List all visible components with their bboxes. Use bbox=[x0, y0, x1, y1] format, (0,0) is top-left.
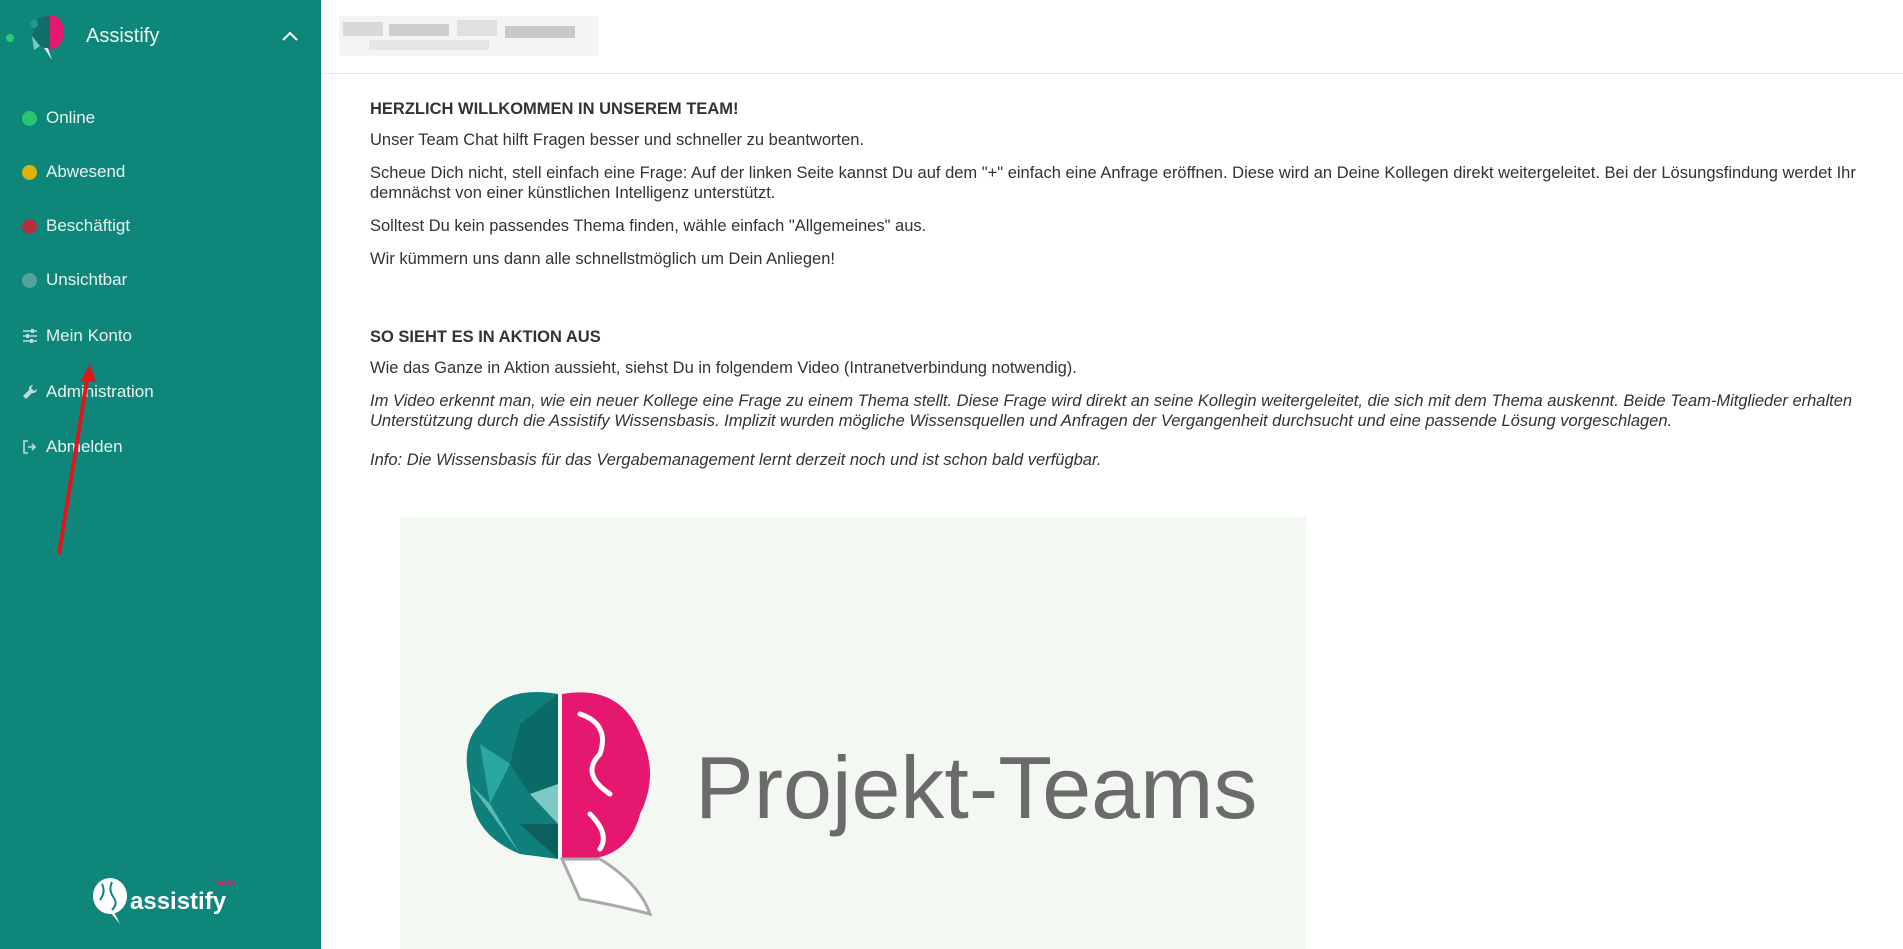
status-online[interactable]: Online bbox=[22, 105, 95, 131]
action-paragraph-1: Wie das Ganze in Aktion aussieht, siehst… bbox=[370, 359, 1077, 377]
status-busy[interactable]: Beschäftigt bbox=[22, 213, 130, 239]
welcome-content: HERZLICH WILLKOMMEN IN UNSEREM TEAM! Uns… bbox=[370, 100, 1890, 483]
brand-name: Assistify bbox=[86, 25, 160, 47]
welcome-paragraph-4: Wir kümmern uns dann alle schnellstmögli… bbox=[370, 250, 835, 268]
chevron-up-icon[interactable] bbox=[280, 27, 300, 47]
footer-brand-text: assistify bbox=[130, 888, 227, 915]
brain-logo-icon bbox=[93, 878, 127, 924]
sidebar-header[interactable]: Assistify bbox=[0, 0, 321, 74]
video-player[interactable]: Projekt-Teams bbox=[400, 517, 1306, 949]
sign-out-icon bbox=[23, 440, 37, 454]
blurred-room-title bbox=[339, 16, 599, 56]
menu-my-account[interactable]: Mein Konto bbox=[22, 323, 132, 349]
sliders-icon bbox=[23, 329, 37, 343]
invisible-dot-icon bbox=[22, 272, 37, 288]
brain-logo-large-icon bbox=[466, 692, 653, 917]
online-dot-icon bbox=[22, 110, 37, 126]
assistify-logo-icon bbox=[30, 15, 64, 60]
welcome-paragraph-3: Solltest Du kein passendes Thema finden,… bbox=[370, 217, 927, 235]
welcome-paragraph-1: Unser Team Chat hilft Fragen besser und … bbox=[370, 131, 865, 149]
status-invisible[interactable]: Unsichtbar bbox=[22, 267, 127, 293]
action-heading: SO SIEHT ES IN AKTION AUS bbox=[370, 328, 601, 346]
user-status-dot bbox=[6, 34, 14, 42]
status-online-label: Online bbox=[46, 108, 96, 127]
welcome-heading: HERZLICH WILLKOMMEN IN UNSEREM TEAM! bbox=[370, 100, 739, 118]
info-paragraph: Info: Die Wissensbasis für das Vergabema… bbox=[370, 451, 1102, 469]
video-title: Projekt-Teams bbox=[695, 738, 1258, 837]
status-busy-label: Beschäftigt bbox=[46, 216, 131, 235]
action-paragraph-2: Im Video erkennt man, wie ein neuer Koll… bbox=[370, 392, 1853, 430]
busy-dot-icon bbox=[22, 218, 37, 234]
wrench-icon bbox=[23, 384, 38, 399]
sidebar: Assistify Online Abwesend Beschäftigt Un… bbox=[0, 0, 321, 949]
header bbox=[321, 0, 1903, 74]
status-away-label: Abwesend bbox=[46, 162, 126, 181]
red-annotation-arrow bbox=[57, 364, 96, 555]
menu-my-account-label: Mein Konto bbox=[46, 326, 132, 345]
status-away[interactable]: Abwesend bbox=[22, 159, 125, 185]
welcome-paragraph-2: Scheue Dich nicht, stell einfach eine Fr… bbox=[370, 164, 1856, 202]
beta-badge: beta bbox=[216, 878, 236, 889]
footer-logo: assistify beta bbox=[90, 874, 240, 928]
away-dot-icon bbox=[22, 164, 37, 180]
status-invisible-label: Unsichtbar bbox=[46, 270, 128, 289]
